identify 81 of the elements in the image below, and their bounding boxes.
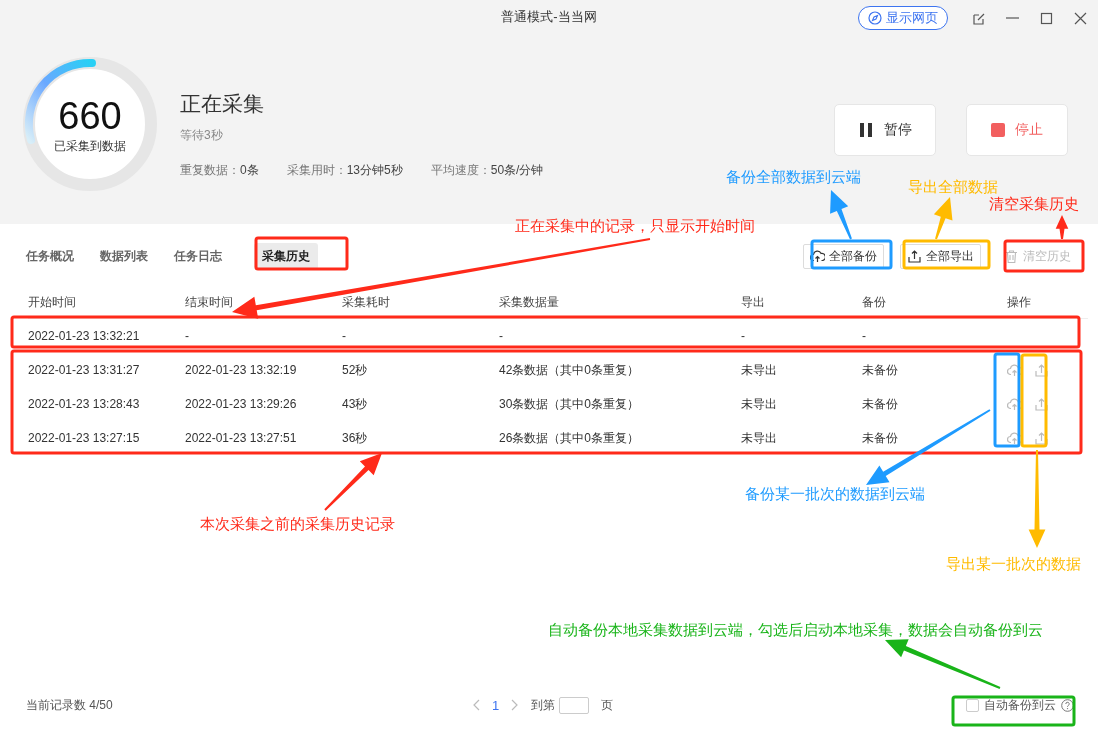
pause-button[interactable]: 暂停	[834, 104, 936, 156]
cloud-upload-icon	[810, 248, 825, 264]
export-icon	[907, 248, 922, 264]
table-cell-text: 未导出	[741, 395, 778, 413]
column-header: 采集数据量	[499, 293, 560, 311]
stop-button[interactable]: 停止	[966, 104, 1068, 156]
table-cell-text: 2022-01-23 13:29:26	[185, 397, 298, 411]
page-suffix: 页	[601, 696, 614, 714]
pause-icon	[858, 122, 874, 138]
tab[interactable]: 采集历史	[254, 242, 318, 270]
table-cell-text: 2022-01-23 13:32:21	[28, 329, 141, 343]
annotation-text: 导出某一批次的数据	[946, 555, 1081, 573]
annotation-text: 备份全部数据到云端	[726, 168, 861, 186]
page-input[interactable]	[559, 696, 590, 714]
annotation-text: 导出全部数据	[908, 178, 998, 196]
table-cell-text: -	[862, 329, 867, 343]
stat-text: 采集用时：13分钟5秒	[286, 162, 403, 179]
close-icon	[1072, 10, 1088, 26]
status-subtitle: 等待3秒	[180, 127, 224, 144]
stat-text: 平均速度：50条/分钟	[430, 162, 544, 179]
table-cell-text: 36秒	[342, 429, 369, 447]
table-cell-text: 26条数据（其中0条重复）	[499, 429, 641, 447]
maximize-icon	[1038, 10, 1054, 26]
table-cell-text: 30条数据（其中0条重复）	[499, 395, 641, 413]
collected-count: 660	[58, 94, 122, 138]
previous-page-button[interactable]	[472, 699, 480, 711]
annotation-arrow	[1055, 215, 1069, 239]
tab[interactable]: 任务概况	[18, 242, 82, 270]
column-header: 采集耗时	[342, 293, 391, 311]
column-header: 备份	[862, 293, 887, 311]
table-cell-text: 未备份	[862, 429, 899, 447]
table-cell-text: -	[741, 329, 746, 343]
stop-icon	[991, 123, 1005, 137]
annotation-text: 自动备份本地采集数据到云端，勾选后启动本地采集，数据会自动备份到云	[548, 621, 1043, 639]
chevron-right-icon	[511, 699, 520, 711]
goto-label: 到第	[531, 696, 556, 714]
column-header: 结束时间	[185, 293, 234, 311]
table-cell-text: 未导出	[741, 429, 778, 447]
collected-label: 已采集到数据	[54, 138, 126, 155]
table-cell-text: -	[499, 329, 504, 343]
annotation-arrow	[830, 190, 852, 240]
table-cell-text: -	[185, 329, 190, 343]
table-cell-text: 52秒	[342, 361, 369, 379]
page-number[interactable]: 1	[492, 697, 500, 713]
export-icon	[1034, 430, 1049, 446]
show-webpage-button[interactable]: 显示网页	[858, 6, 948, 30]
annotation-arrow	[324, 453, 382, 511]
record-count: 当前记录数 4/50	[26, 696, 114, 714]
table-cell-text: 未导出	[741, 361, 778, 379]
export-all-button[interactable]: 全部导出	[900, 243, 981, 269]
annotation-text: 本次采集之前的采集历史记录	[200, 515, 395, 533]
help-icon	[1061, 698, 1074, 712]
table-cell-text: 2022-01-23 13:28:43	[28, 397, 141, 411]
minimize-icon	[1005, 17, 1019, 19]
table-cell-text: 2022-01-23 13:32:19	[185, 363, 298, 377]
trash-icon	[1004, 248, 1019, 264]
table-cell-text: 2022-01-23 13:27:51	[185, 431, 298, 445]
annotation-arrow	[933, 197, 953, 240]
stat-text: 重复数据：0条	[180, 162, 259, 179]
chevron-left-icon	[472, 699, 480, 711]
table-cell-text: 43秒	[342, 395, 369, 413]
auto-backup-label: 自动备份到云	[984, 696, 1056, 714]
window-title: 普通模式-当当网	[501, 8, 597, 26]
column-header: 操作	[1007, 293, 1032, 311]
status-title: 正在采集	[180, 91, 265, 117]
next-page-button[interactable]	[511, 699, 520, 711]
annotation-text: 备份某一批次的数据到云端	[745, 485, 925, 503]
table-cell-text: 2022-01-23 13:31:27	[28, 363, 141, 377]
column-header: 开始时间	[28, 293, 77, 311]
column-header: 导出	[741, 293, 766, 311]
annotation-text: 正在采集中的记录，只显示开始时间	[515, 217, 755, 235]
tab[interactable]: 数据列表	[92, 242, 156, 270]
tab[interactable]: 任务日志	[166, 242, 230, 270]
table-cell-text: 未备份	[862, 395, 899, 413]
table-cell-text: 42条数据（其中0条重复）	[499, 361, 641, 379]
export-row-button[interactable]	[1034, 430, 1049, 446]
table-cell-text: 2022-01-23 13:27:15	[28, 431, 141, 445]
annotation-text: 清空采集历史	[989, 195, 1079, 213]
table-cell-text: -	[342, 329, 347, 343]
compass-icon	[868, 11, 882, 25]
table-cell-text: 未备份	[862, 361, 899, 379]
